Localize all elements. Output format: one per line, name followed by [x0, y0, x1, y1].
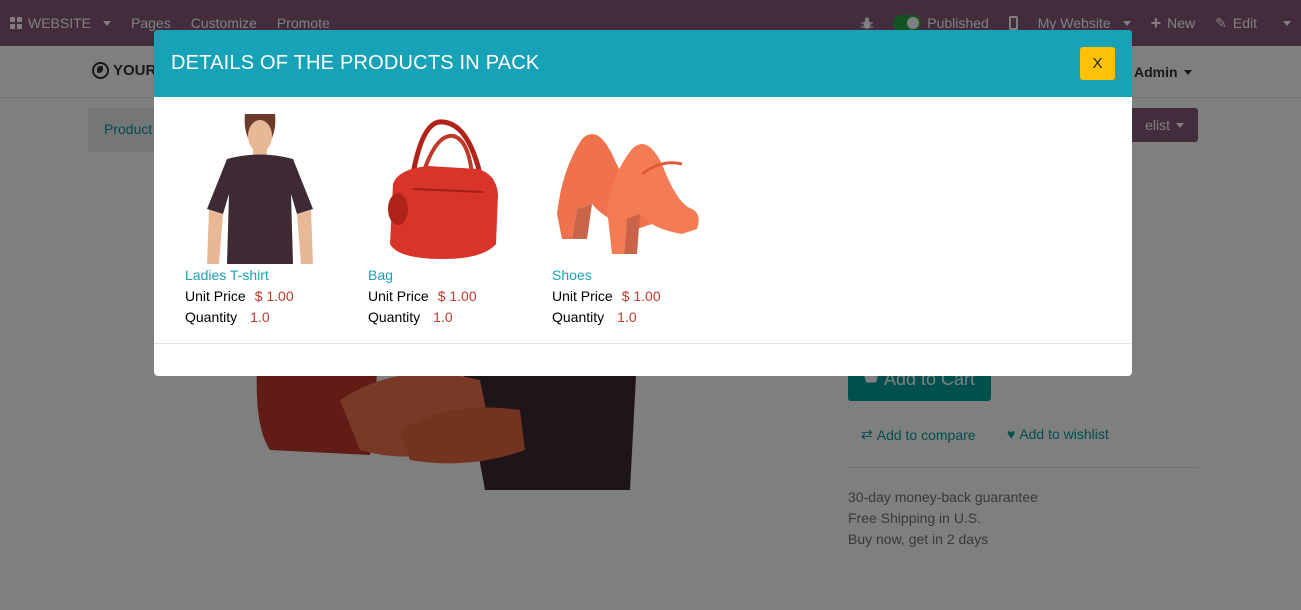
pack-details-modal: DETAILS OF THE PRODUCTS IN PACK X Ladies…	[154, 30, 1132, 376]
modal-header: DETAILS OF THE PRODUCTS IN PACK X	[154, 30, 1132, 97]
unit-price-value: $ 1.00	[437, 288, 477, 304]
unit-price-row: Unit Price $ 1.00	[552, 288, 722, 306]
bag-image	[368, 114, 518, 264]
close-button[interactable]: X	[1080, 47, 1115, 80]
unit-price-label: Unit Price	[185, 288, 246, 304]
product-image	[552, 114, 702, 264]
quantity-label: Quantity	[368, 309, 421, 325]
quantity-label: Quantity	[552, 309, 605, 325]
quantity-row: Quantity 1.0	[552, 309, 722, 327]
quantity-value: 1.0	[617, 309, 637, 325]
modal-title: DETAILS OF THE PRODUCTS IN PACK	[171, 52, 540, 74]
quantity-label: Quantity	[185, 309, 238, 325]
pack-product-name[interactable]: Ladies T-shirt	[185, 267, 355, 285]
product-image	[368, 114, 518, 264]
unit-price-value: $ 1.00	[621, 288, 661, 304]
pack-product-name[interactable]: Bag	[368, 267, 538, 285]
product-image	[185, 114, 335, 264]
modal-body: Ladies T-shirt Unit Price $ 1.00 Quantit…	[154, 97, 1132, 344]
quantity-value: 1.0	[250, 309, 270, 325]
unit-price-label: Unit Price	[368, 288, 429, 304]
shoes-image	[552, 114, 702, 264]
unit-price-value: $ 1.00	[254, 288, 294, 304]
tshirt-image	[185, 114, 335, 264]
unit-price-row: Unit Price $ 1.00	[185, 288, 355, 306]
quantity-value: 1.0	[433, 309, 453, 325]
unit-price-row: Unit Price $ 1.00	[368, 288, 538, 306]
quantity-row: Quantity 1.0	[185, 309, 355, 327]
pack-product-card: Ladies T-shirt Unit Price $ 1.00 Quantit…	[185, 114, 355, 327]
unit-price-label: Unit Price	[552, 288, 613, 304]
pack-product-name[interactable]: Shoes	[552, 267, 722, 285]
pack-product-card: Bag Unit Price $ 1.00 Quantity 1.0	[368, 114, 538, 327]
quantity-row: Quantity 1.0	[368, 309, 538, 327]
pack-product-card: Shoes Unit Price $ 1.00 Quantity 1.0	[552, 114, 722, 327]
